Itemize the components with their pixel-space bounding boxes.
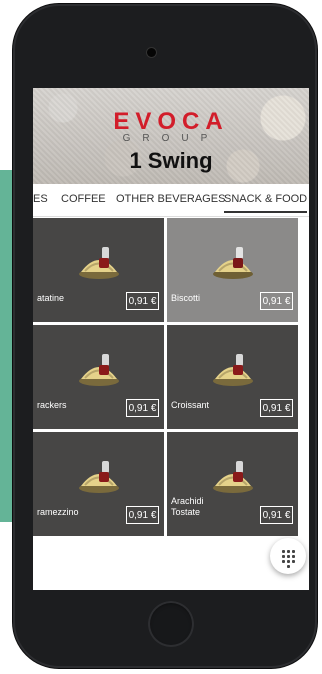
header-banner: EVOCA GROUP 1 Swing	[33, 88, 309, 184]
phone-camera	[147, 48, 156, 57]
tab-partial[interactable]: ES	[33, 193, 48, 205]
app-screen: EVOCA GROUP 1 Swing ES COFFEE OTHER BEVE…	[33, 88, 309, 590]
product-tile[interactable]: rackers 0,91 €	[33, 325, 164, 429]
snack-tray-icon	[213, 354, 253, 386]
logo-evoca: EVOCA	[113, 108, 229, 135]
category-tabs: ES COFFEE OTHER BEVERAGES SNACK & FOOD	[33, 184, 309, 217]
tab-snack-food[interactable]: SNACK & FOOD	[224, 193, 308, 213]
product-price: 0,91 €	[260, 292, 293, 310]
product-price: 0,91 €	[260, 399, 293, 417]
product-tile[interactable]: Croissant 0,91 €	[167, 325, 298, 429]
product-name: atatine	[37, 293, 65, 303]
product-tile[interactable]: ramezzino 0,91 €	[33, 432, 164, 536]
product-name: Biscotti	[171, 293, 201, 303]
product-tile[interactable]: atatine 0,91 €	[33, 218, 164, 322]
product-name: Arachidi Tostate	[171, 496, 204, 517]
product-tile-selected[interactable]: Biscotti 0,91 €	[167, 218, 298, 322]
product-grid: atatine 0,91 € Biscotti 0,91 € rackers 0…	[33, 218, 309, 536]
snack-tray-icon	[79, 247, 119, 279]
product-name: rackers	[37, 400, 67, 410]
snack-tray-icon	[79, 461, 119, 493]
product-tile[interactable]: Arachidi Tostate 0,91 €	[167, 432, 298, 536]
tab-coffee[interactable]: COFFEE	[61, 193, 106, 205]
product-price: 0,91 €	[126, 506, 159, 524]
phone-frame: EVOCA GROUP 1 Swing ES COFFEE OTHER BEVE…	[13, 4, 317, 668]
snack-tray-icon	[213, 461, 253, 493]
keypad-button[interactable]	[270, 538, 306, 574]
product-price: 0,91 €	[260, 506, 293, 524]
logo-group: GROUP	[122, 133, 220, 144]
snack-tray-icon	[79, 354, 119, 386]
home-button[interactable]	[148, 601, 194, 647]
product-price: 0,91 €	[126, 399, 159, 417]
product-name: Croissant	[171, 400, 210, 410]
product-name: ramezzino	[37, 507, 79, 517]
product-price: 0,91 €	[126, 292, 159, 310]
tab-other-beverages[interactable]: OTHER BEVERAGES	[116, 193, 225, 205]
machine-title: 1 Swing	[129, 148, 213, 173]
snack-tray-icon	[213, 247, 253, 279]
